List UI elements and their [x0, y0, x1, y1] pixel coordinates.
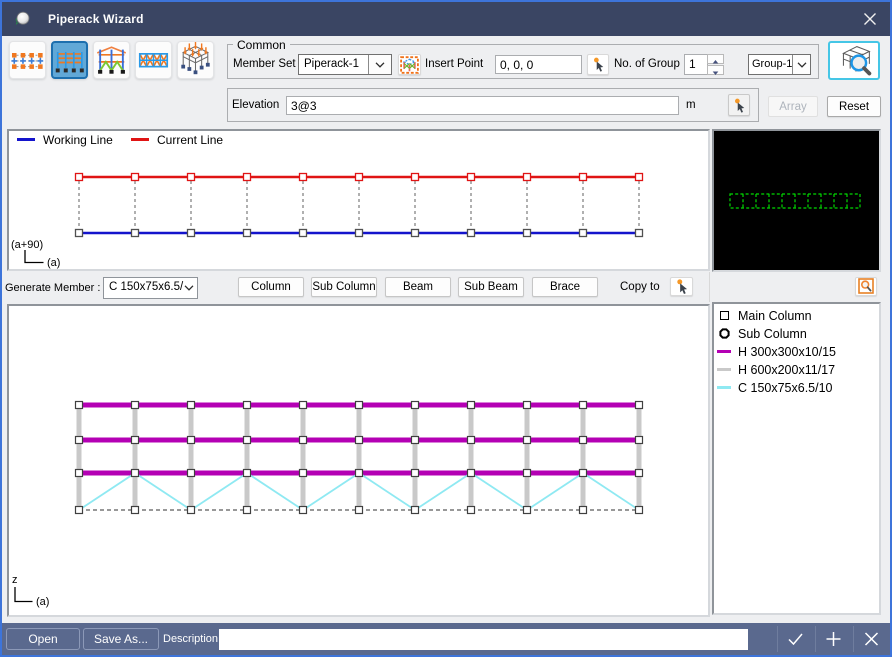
- svg-text:(a+90): (a+90): [11, 239, 43, 251]
- svg-text:z: z: [12, 574, 18, 586]
- svg-text:Current Line: Current Line: [157, 133, 223, 147]
- svg-text:Working Line: Working Line: [43, 133, 113, 147]
- svg-text:(a): (a): [36, 596, 49, 608]
- svg-text:(a): (a): [47, 257, 60, 269]
